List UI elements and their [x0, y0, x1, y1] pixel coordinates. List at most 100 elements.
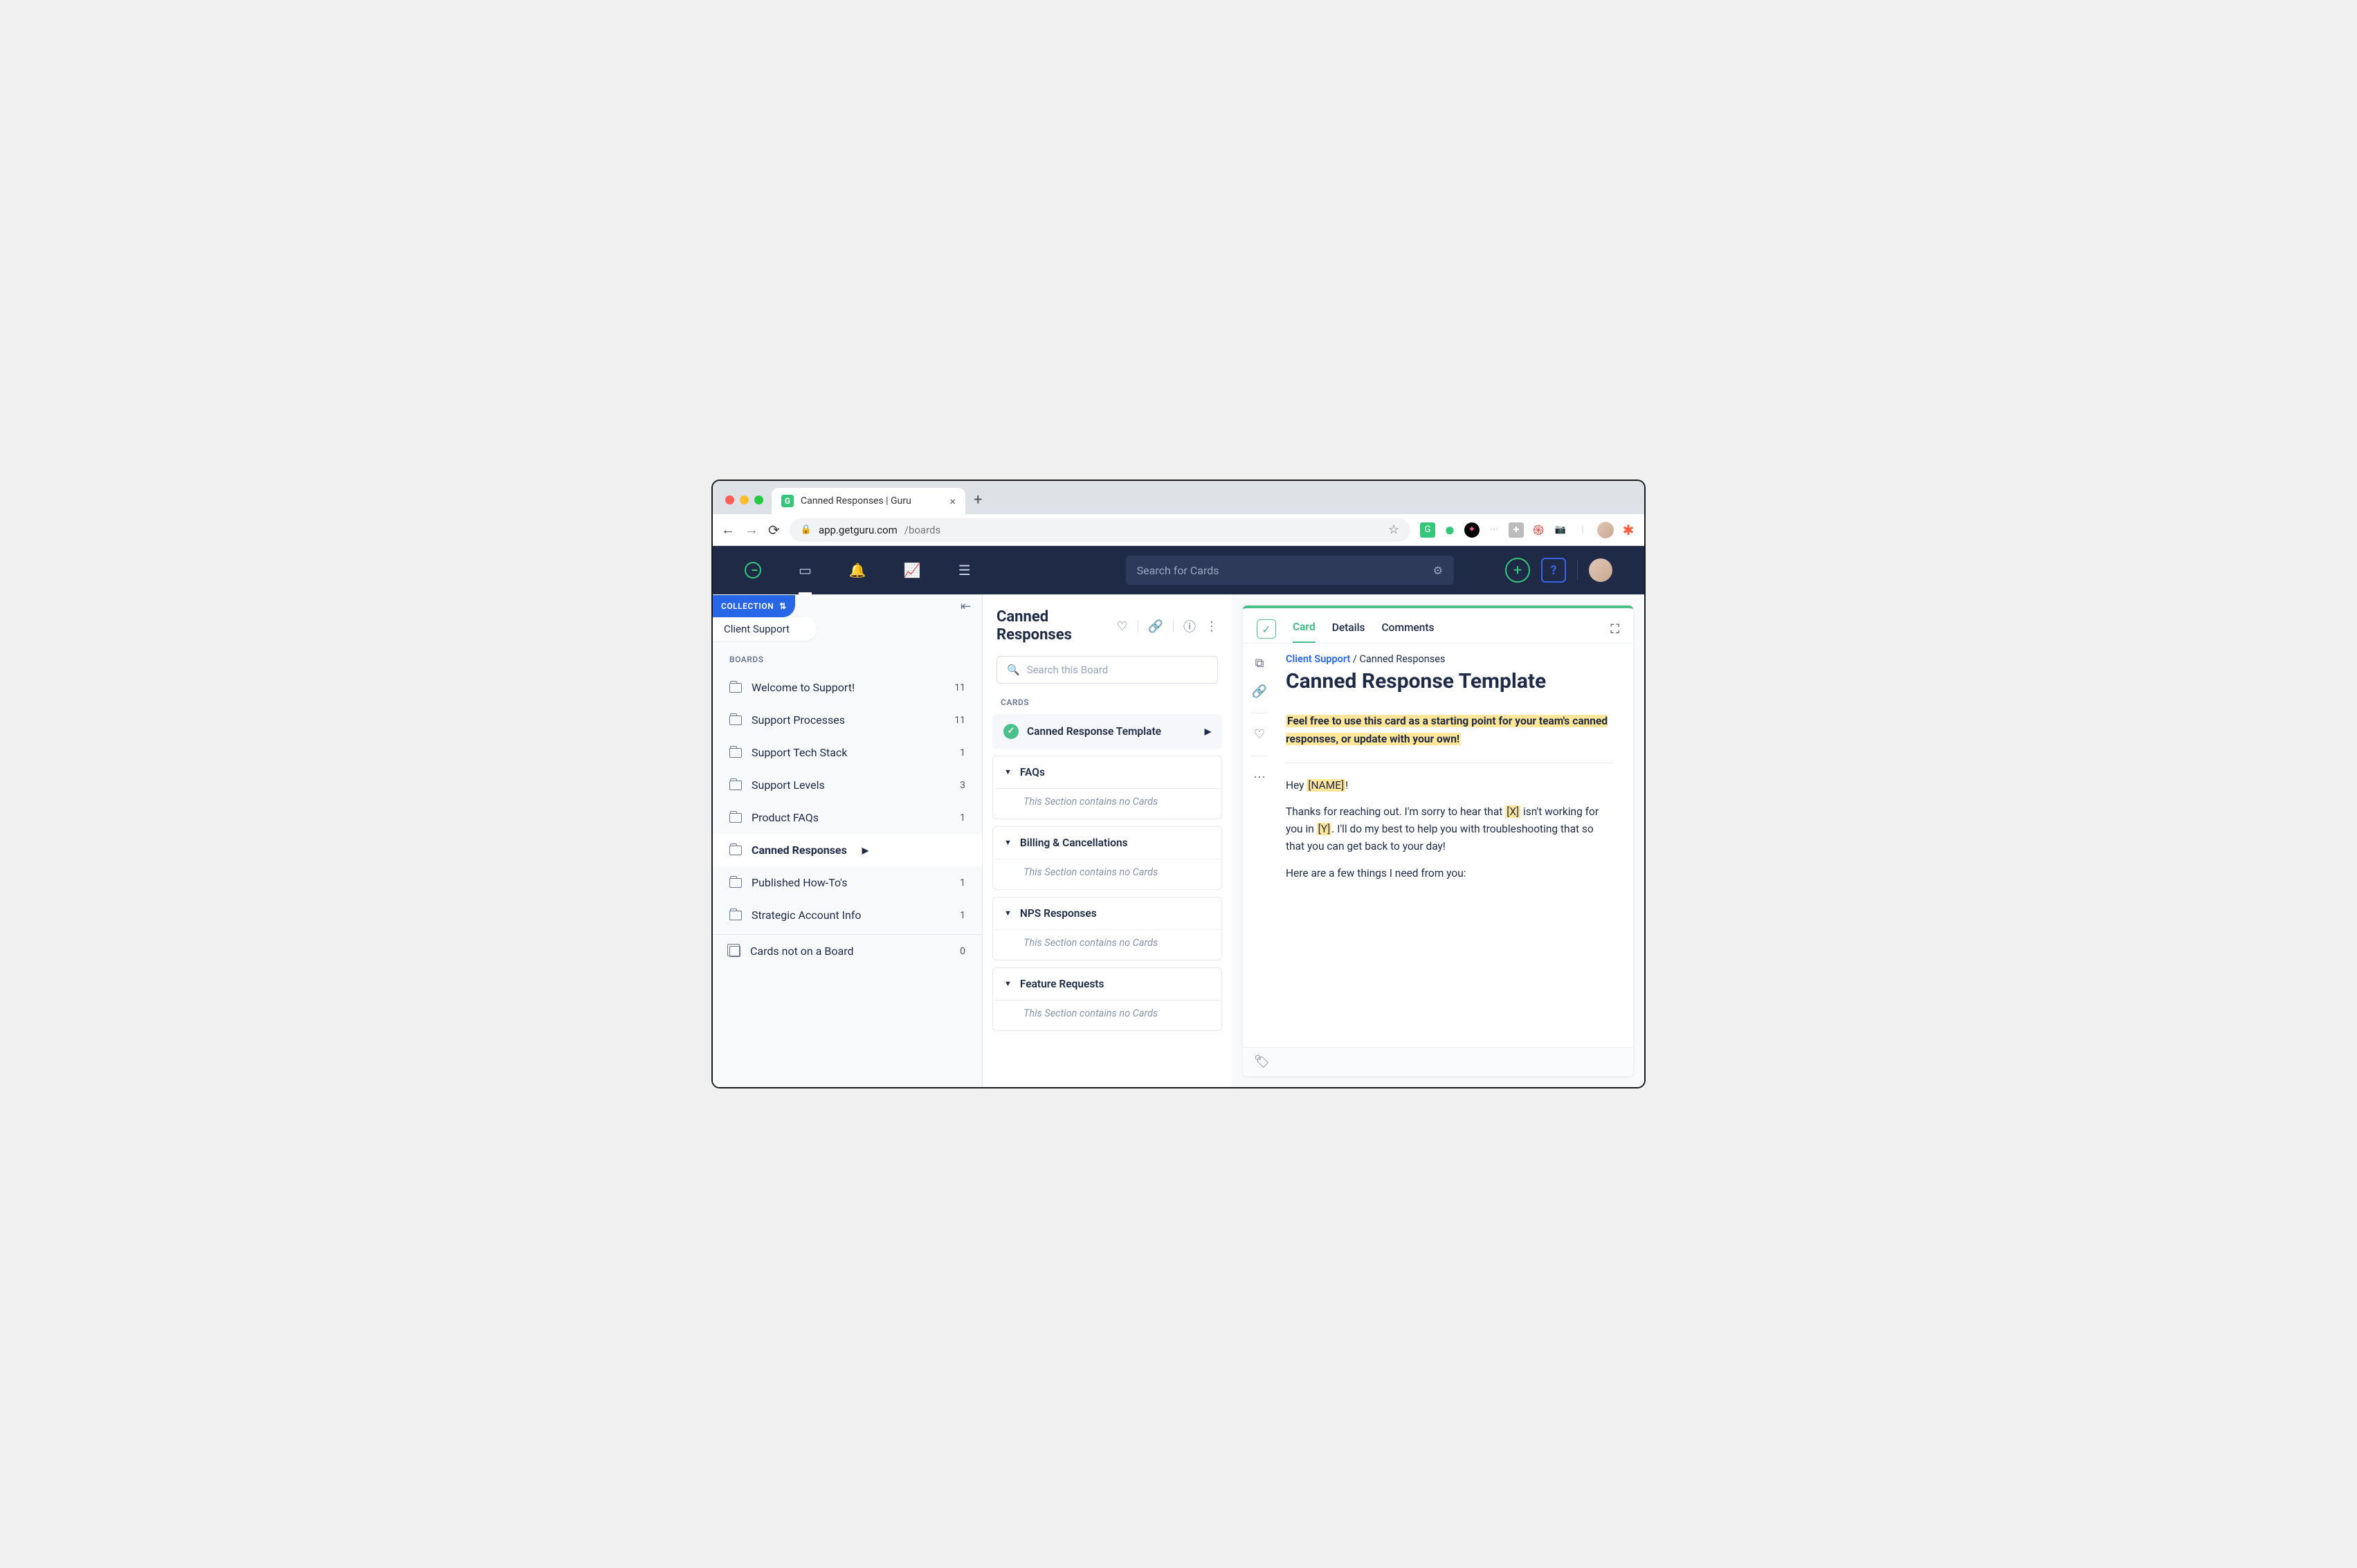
- section-header[interactable]: ▼ FAQs: [993, 756, 1221, 788]
- board-search-input[interactable]: 🔍 Search this Board: [997, 656, 1218, 684]
- url-host: app.getguru.com: [819, 524, 898, 536]
- browser-tab-strip: G Canned Responses | Guru × +: [713, 481, 1644, 514]
- bookmark-star-icon[interactable]: ☆: [1388, 522, 1399, 537]
- section-faqs: ▼ FAQs This Section contains no Cards: [992, 756, 1222, 819]
- profile-avatar-icon[interactable]: [1597, 522, 1614, 538]
- tab-details[interactable]: Details: [1332, 616, 1365, 642]
- analytics-icon[interactable]: 📈: [904, 562, 921, 578]
- reload-button[interactable]: ⟳: [768, 522, 780, 538]
- search-placeholder: Search for Cards: [1137, 564, 1219, 577]
- expand-icon[interactable]: ⛶: [1610, 622, 1619, 637]
- section-billing: ▼ Billing & Cancellations This Section c…: [992, 826, 1222, 890]
- card-action-rail: ⧉ 🔗 ♡ ⋯: [1243, 644, 1276, 1047]
- ext-guru-icon[interactable]: G: [1420, 522, 1435, 538]
- collection-label[interactable]: COLLECTION ⇅: [713, 595, 795, 617]
- tab-comments[interactable]: Comments: [1382, 616, 1435, 642]
- card-footer: 🏷: [1243, 1047, 1633, 1076]
- info-icon[interactable]: ⓘ: [1183, 617, 1196, 635]
- folder-icon: [729, 748, 742, 758]
- stack-icon[interactable]: ☰: [958, 562, 971, 578]
- section-header[interactable]: ▼ NPS Responses: [993, 897, 1221, 929]
- global-search-input[interactable]: Search for Cards ⚙: [1126, 556, 1454, 585]
- favorite-icon[interactable]: ♡: [1116, 619, 1127, 634]
- breadcrumb-board-link[interactable]: Canned Responses: [1359, 653, 1445, 665]
- loose-cards-item[interactable]: Cards not on a Board 0: [713, 935, 982, 967]
- tab-card[interactable]: Card: [1293, 615, 1316, 644]
- board-item-howtos[interactable]: Published How-To's 1: [713, 866, 982, 899]
- workspace: COLLECTION ⇅ ⇤ Client Support BOARDS Wel…: [713, 594, 1644, 1087]
- board-item-levels[interactable]: Support Levels 3: [713, 769, 982, 801]
- help-button[interactable]: ?: [1541, 558, 1566, 583]
- maximize-window-button[interactable]: [754, 495, 763, 504]
- board-item-techstack[interactable]: Support Tech Stack 1: [713, 736, 982, 769]
- new-tab-button[interactable]: +: [974, 491, 982, 514]
- breadcrumb-collection-link[interactable]: Client Support: [1286, 653, 1350, 665]
- section-empty-text: This Section contains no Cards: [993, 859, 1221, 889]
- browser-tab[interactable]: G Canned Responses | Guru ×: [772, 488, 965, 514]
- card-column: ✓ Card Details Comments ⛶ ⧉ 🔗 ♡ ⋯: [1232, 594, 1644, 1087]
- ext-accessibility-icon[interactable]: ✚: [1509, 522, 1524, 538]
- card-item-canned-template[interactable]: ✓ Canned Response Template ▶: [992, 714, 1222, 749]
- close-window-button[interactable]: [725, 495, 734, 504]
- extension-icons: G ● ✦ ⋯ ✚ ֍ 📷 | ✱: [1420, 522, 1636, 538]
- sidebar: COLLECTION ⇅ ⇤ Client Support BOARDS Wel…: [713, 594, 983, 1087]
- ext-more-icon[interactable]: ⋯: [1486, 522, 1502, 538]
- favorite-icon[interactable]: ♡: [1254, 727, 1265, 742]
- ext-spiral-icon[interactable]: ֍: [1531, 522, 1546, 538]
- caret-down-icon: ▼: [1004, 909, 1012, 918]
- address-bar[interactable]: 🔒 app.getguru.com/boards ☆: [790, 518, 1410, 542]
- caret-down-icon: ▼: [1004, 838, 1012, 847]
- verify-status-icon[interactable]: ✓: [1257, 619, 1276, 639]
- divider: [1577, 560, 1578, 580]
- browser-window: G Canned Responses | Guru × + ← → ⟳ 🔒 ap…: [711, 480, 1646, 1088]
- browser-toolbar: ← → ⟳ 🔒 app.getguru.com/boards ☆ G ● ✦ ⋯…: [713, 514, 1644, 546]
- folder-icon: [729, 683, 742, 693]
- board-item-faqs[interactable]: Product FAQs 1: [713, 801, 982, 834]
- close-tab-icon[interactable]: ×: [949, 495, 956, 508]
- back-button[interactable]: ←: [721, 521, 735, 538]
- board-item-canned-responses[interactable]: Canned Responses ▶: [713, 834, 982, 866]
- breadcrumb: Client Support / Canned Responses: [1286, 653, 1612, 665]
- caret-down-icon: ▼: [1004, 767, 1012, 776]
- section-empty-text: This Section contains no Cards: [993, 788, 1221, 819]
- window-controls: [721, 495, 763, 514]
- minimize-window-button[interactable]: [740, 495, 749, 504]
- ext-divider: |: [1575, 522, 1590, 538]
- board-item-welcome[interactable]: Welcome to Support! 11: [713, 671, 982, 704]
- verified-icon: ✓: [1003, 724, 1019, 739]
- ext-red-icon[interactable]: ✱: [1621, 522, 1636, 538]
- section-nps: ▼ NPS Responses This Section contains no…: [992, 897, 1222, 960]
- collection-name-pill[interactable]: Client Support: [713, 617, 817, 641]
- lock-icon: 🔒: [801, 525, 812, 535]
- card-paragraph-1: Thanks for reaching out. I'm sorry to he…: [1286, 803, 1612, 855]
- guru-logo-icon[interactable]: [745, 562, 761, 578]
- ext-camera-icon[interactable]: 📷: [1553, 522, 1568, 538]
- link-icon[interactable]: 🔗: [1148, 619, 1163, 634]
- board-item-strategic[interactable]: Strategic Account Info 1: [713, 899, 982, 931]
- ext-dot-icon[interactable]: ●: [1442, 522, 1457, 538]
- ext-search-icon[interactable]: ✦: [1464, 522, 1480, 538]
- card-greeting: Hey [NAME]!: [1286, 777, 1612, 794]
- copy-icon[interactable]: ⧉: [1255, 656, 1264, 671]
- folder-icon: [729, 911, 742, 920]
- link-icon[interactable]: 🔗: [1252, 684, 1267, 699]
- folder-icon: [729, 813, 742, 823]
- user-avatar[interactable]: [1589, 558, 1612, 582]
- search-filter-icon[interactable]: ⚙: [1433, 564, 1443, 577]
- add-card-button[interactable]: +: [1505, 558, 1530, 583]
- board-item-processes[interactable]: Support Processes 11: [713, 704, 982, 736]
- forward-button[interactable]: →: [745, 521, 758, 538]
- collapse-sidebar-icon[interactable]: ⇤: [949, 594, 982, 622]
- section-header[interactable]: ▼ Feature Requests: [993, 968, 1221, 1000]
- more-icon[interactable]: ⋯: [1253, 770, 1266, 785]
- guru-favicon: G: [781, 495, 794, 507]
- tag-icon[interactable]: 🏷: [1254, 1055, 1270, 1069]
- more-icon[interactable]: ⋮: [1205, 619, 1218, 634]
- notifications-icon[interactable]: 🔔: [849, 562, 866, 578]
- section-header[interactable]: ▼ Billing & Cancellations: [993, 827, 1221, 859]
- section-empty-text: This Section contains no Cards: [993, 1000, 1221, 1030]
- header-actions: + ?: [1505, 558, 1612, 583]
- boards-nav-icon[interactable]: ▭: [799, 562, 812, 594]
- card-panel: ✓ Card Details Comments ⛶ ⧉ 🔗 ♡ ⋯: [1243, 605, 1633, 1076]
- divider: [1173, 620, 1174, 632]
